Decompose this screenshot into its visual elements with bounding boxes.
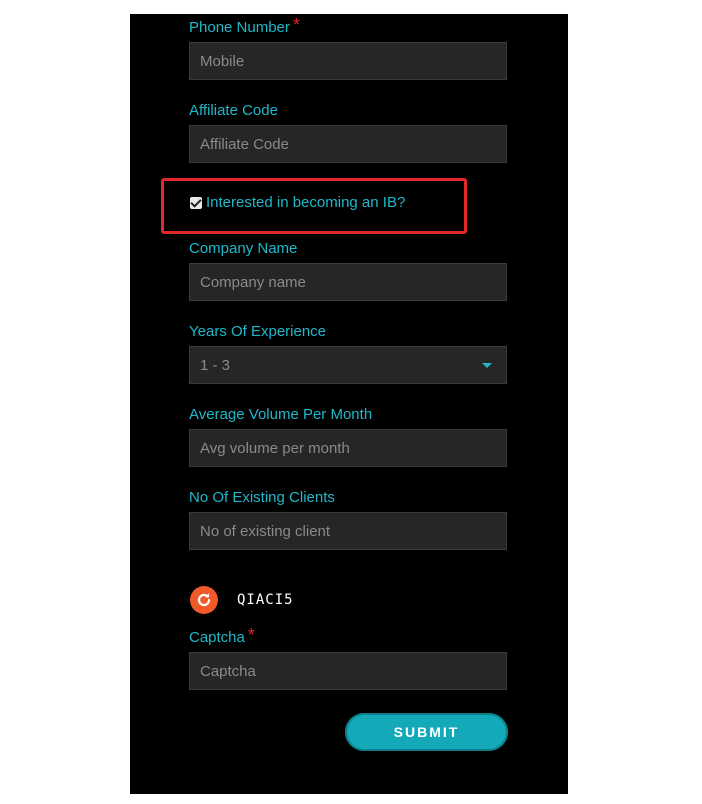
phone-input[interactable] bbox=[190, 43, 506, 79]
affiliate-label: Affiliate Code bbox=[189, 102, 278, 119]
ib-checkbox[interactable] bbox=[190, 197, 202, 209]
clients-label: No Of Existing Clients bbox=[189, 489, 335, 506]
clients-field[interactable] bbox=[189, 512, 507, 550]
volume-label: Average Volume Per Month bbox=[189, 406, 373, 423]
clients-input[interactable] bbox=[190, 513, 506, 549]
affiliate-input[interactable] bbox=[190, 126, 506, 162]
chevron-down-icon bbox=[482, 363, 492, 368]
volume-input[interactable] bbox=[190, 430, 506, 466]
phone-field[interactable] bbox=[189, 42, 507, 80]
ib-checkbox-label[interactable]: Interested in becoming an IB? bbox=[206, 194, 405, 212]
required-mark: * bbox=[247, 625, 255, 645]
volume-field[interactable] bbox=[189, 429, 507, 467]
captcha-code: QIACI5 bbox=[237, 592, 294, 608]
captcha-label: Captcha * bbox=[189, 626, 255, 647]
experience-label: Years Of Experience bbox=[189, 323, 327, 340]
company-input[interactable] bbox=[190, 264, 506, 300]
refresh-icon-glyph bbox=[197, 593, 211, 607]
phone-label: Phone Number * bbox=[189, 16, 300, 37]
affiliate-field[interactable] bbox=[189, 125, 507, 163]
refresh-icon[interactable] bbox=[190, 586, 218, 614]
ib-checkbox-row[interactable]: Interested in becoming an IB? bbox=[190, 194, 405, 212]
company-field[interactable] bbox=[189, 263, 507, 301]
captcha-label-text: Captcha bbox=[189, 629, 245, 646]
company-label: Company Name bbox=[189, 240, 298, 257]
required-mark: * bbox=[292, 15, 300, 35]
submit-button[interactable]: SUBMIT bbox=[345, 713, 508, 751]
experience-selected-value: 1 - 3 bbox=[200, 357, 231, 374]
captcha-field[interactable] bbox=[189, 652, 507, 690]
experience-select[interactable]: 1 - 3 bbox=[189, 346, 507, 384]
phone-label-text: Phone Number bbox=[189, 19, 290, 36]
captcha-input[interactable] bbox=[190, 653, 506, 689]
